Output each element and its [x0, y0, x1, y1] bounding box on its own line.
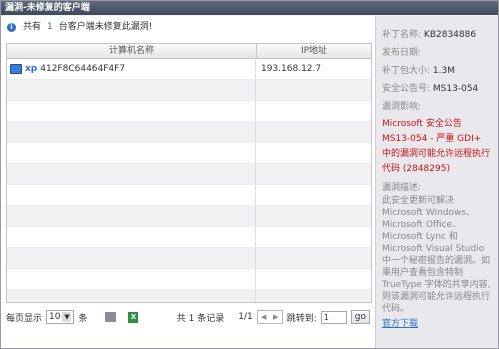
size-label: 补丁包大小:: [382, 66, 431, 76]
page-indicator: 1/1: [238, 312, 253, 322]
info-icon: i: [7, 22, 16, 32]
column-header-ip[interactable]: IP地址: [257, 44, 371, 58]
official-download-link[interactable]: 官方下载: [376, 317, 498, 331]
dialog-window: 漏洞-未修复的客户端 i 共有 1 台客户端未修复此漏洞! 计算机名称 IP地址: [0, 0, 499, 349]
table-row: [7, 206, 371, 227]
table-row: [7, 248, 371, 269]
go-button[interactable]: go: [350, 310, 370, 324]
table-row: [7, 227, 371, 248]
per-page-label: 每页显示: [6, 313, 43, 324]
impact-text: Microsoft 安全公告 MS13-054 - 严重 GDI+ 中的漏洞可能…: [382, 119, 491, 174]
table-row[interactable]: xp 412F8C64464F4F7 193.168.12.7: [7, 59, 371, 80]
window-title: 漏洞-未修复的客户端: [1, 1, 498, 15]
client-count: 1: [47, 22, 53, 32]
table-row: [7, 101, 371, 122]
os-label: xp: [25, 64, 38, 74]
prev-page-button[interactable]: ◀: [258, 311, 270, 323]
computer-name: 412F8C64464F4F7: [40, 64, 126, 74]
date-label: 发布日期:: [382, 48, 422, 58]
size-value: 1.3M: [432, 66, 455, 76]
column-header-name[interactable]: 计算机名称: [7, 44, 257, 58]
export-excel-icon[interactable]: X: [128, 311, 139, 323]
record-count: 共 1 条记录: [176, 313, 225, 324]
table-row: [7, 269, 371, 290]
size-row: 补丁包大小: 1.3M: [376, 64, 498, 78]
bulletin-label: 安全公告号:: [382, 84, 431, 94]
patch-name-value: KB2834886: [423, 30, 477, 40]
table-row: [7, 80, 371, 101]
chevron-down-icon[interactable]: ▼: [62, 312, 72, 322]
impact-label: 漏洞影响:: [382, 102, 422, 112]
patch-name-label: 补丁名称:: [382, 30, 422, 40]
jump-label: 跳转到:: [286, 313, 317, 324]
per-page-value: 10: [49, 312, 61, 322]
table-row: [7, 143, 371, 164]
patch-detail-panel: 补丁名称: KB2834886 发布日期: 补丁包大小: 1.3M 安全公告号:…: [375, 16, 498, 348]
table-row: [7, 185, 371, 206]
table-row: [7, 290, 371, 302]
table-row: [7, 122, 371, 143]
bulletin-row: 安全公告号: MS13-054: [376, 82, 498, 96]
pagination-bar: 每页显示 10 ▼ 条 X 共 1 条记录 1/1 ◀ ▶ 跳转到: 1 go: [6, 306, 370, 328]
computer-icon: [10, 64, 22, 74]
per-page-unit: 条: [78, 313, 88, 324]
summary-suffix: 台客户端未修复此漏洞!: [58, 22, 153, 32]
date-row: 发布日期:: [376, 46, 498, 60]
table-row: [7, 164, 371, 185]
ip-address: 193.168.12.7: [261, 64, 322, 74]
next-page-button[interactable]: ▶: [270, 311, 282, 323]
jump-page-input[interactable]: 1: [320, 310, 347, 324]
client-list-panel: i 共有 1 台客户端未修复此漏洞! 计算机名称 IP地址 xp 412F8C6…: [1, 16, 375, 348]
summary-line: i 共有 1 台客户端未修复此漏洞!: [1, 16, 375, 38]
print-icon[interactable]: [105, 312, 117, 322]
summary-prefix: 共有: [23, 22, 42, 32]
desc-text: 此安全更新可解决 Microsoft Windows、Microsoft Off…: [382, 196, 491, 314]
desc-label: 漏洞描述:: [382, 183, 422, 193]
patch-name-row: 补丁名称: KB2834886: [376, 28, 498, 42]
bulletin-value: MS13-054: [432, 84, 479, 94]
per-page-select[interactable]: 10 ▼: [46, 310, 75, 324]
page-nav: ◀ ▶: [256, 310, 283, 324]
client-table: 计算机名称 IP地址 xp 412F8C64464F4F7 193.168.12…: [6, 43, 372, 303]
